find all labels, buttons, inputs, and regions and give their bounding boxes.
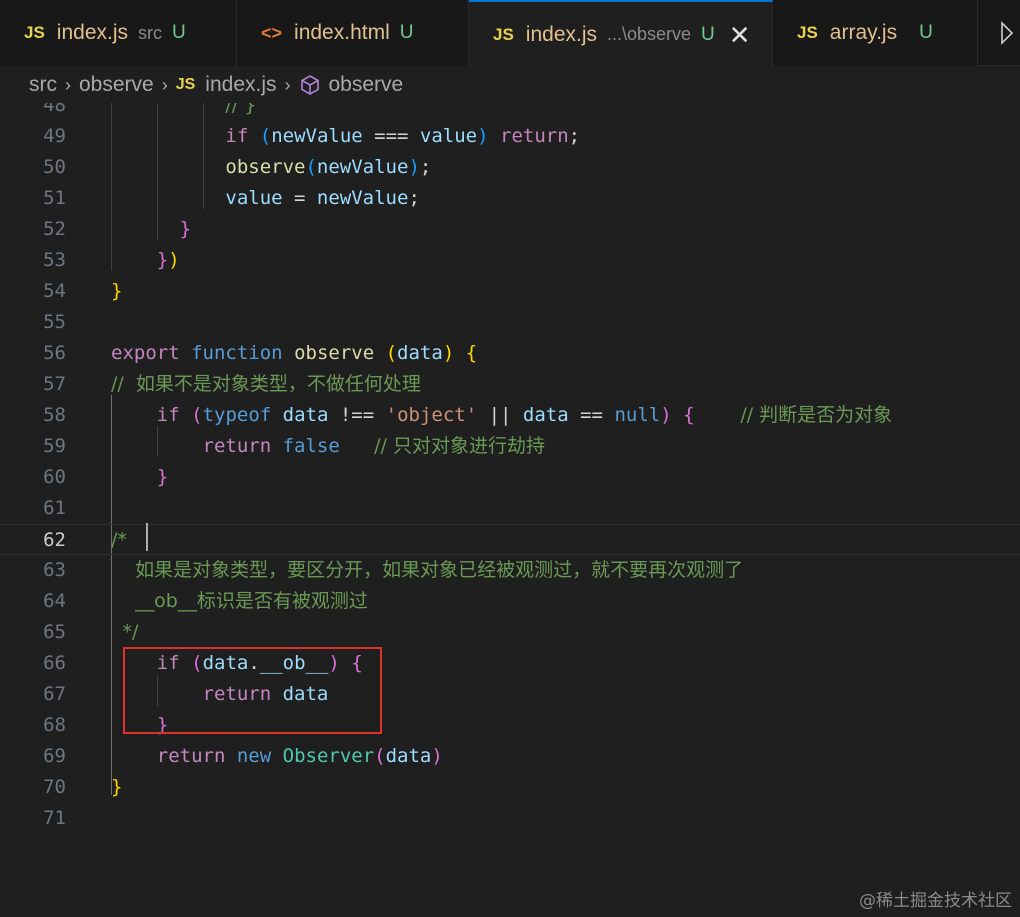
- line-number: 67: [43, 683, 66, 705]
- tab-label: index.html: [294, 21, 390, 44]
- symbol-function-icon: [299, 74, 321, 96]
- javascript-file-icon: JS: [797, 23, 818, 42]
- line-number: 63: [43, 559, 66, 581]
- breadcrumb-item-file[interactable]: index.js: [205, 73, 276, 97]
- line-number: 52: [43, 218, 66, 240]
- line-number: 64: [43, 590, 66, 612]
- code-line-65[interactable]: 65 */: [0, 617, 1020, 648]
- breadcrumb-item-symbol[interactable]: observe: [329, 73, 404, 97]
- code-text: }: [156, 466, 169, 488]
- code-line-50[interactable]: 50 observe(newValue);: [0, 152, 1020, 183]
- code-line-70[interactable]: 70}: [0, 772, 1020, 803]
- code-line-58[interactable]: 58 if (typeof data !== 'object' || data …: [0, 400, 1020, 431]
- code-text: __ob__标识是否有被观测过: [111, 590, 368, 612]
- code-text: observe(newValue);: [225, 156, 432, 178]
- line-number: 69: [43, 745, 66, 767]
- code-line-56[interactable]: 56 export function observe (data) {: [0, 338, 1020, 369]
- code-text: 如果是对象类型，要区分开，如果对象已经被观测过，就不要再次观测了: [111, 559, 744, 581]
- line-number: 49: [43, 125, 66, 147]
- untracked-badge: U: [701, 23, 715, 45]
- tab-label: index.js: [525, 22, 597, 46]
- code-line-51[interactable]: 51 value = newValue;: [0, 183, 1020, 214]
- line-number: 68: [43, 714, 66, 736]
- line-number: 48: [43, 103, 66, 116]
- annotation-highlight-box: [123, 647, 382, 734]
- code-text: if (typeof data !== 'object' || data == …: [156, 404, 893, 426]
- tab-description: src: [138, 22, 162, 43]
- chevron-right-icon: ›: [65, 74, 71, 95]
- line-number: 65: [43, 621, 66, 643]
- chevron-right-icon: ›: [161, 74, 168, 95]
- line-number: 53: [43, 249, 66, 271]
- code-line-63[interactable]: 63 如果是对象类型，要区分开，如果对象已经被观测过，就不要再次观测了: [0, 555, 1020, 586]
- untracked-badge: U: [399, 22, 414, 43]
- code-text: }: [111, 280, 123, 302]
- code-text: // 如果不是对象类型，不做任何处理: [111, 373, 421, 395]
- code-text: /*: [111, 529, 127, 551]
- tab-label: array.js: [829, 21, 898, 44]
- chevron-right-icon: ›: [284, 74, 291, 95]
- line-number: 51: [43, 187, 66, 209]
- javascript-file-icon: JS: [493, 24, 514, 44]
- code-line-48[interactable]: 48 // }: [0, 103, 1020, 121]
- javascript-file-icon: JS: [175, 76, 196, 93]
- breadcrumb-item-observe-folder[interactable]: observe: [79, 73, 154, 97]
- html-file-icon: <>: [261, 22, 283, 43]
- code-line-64[interactable]: 64 __ob__标识是否有被观测过: [0, 586, 1020, 617]
- code-text: }): [156, 249, 180, 271]
- code-line-60[interactable]: 60 }: [0, 462, 1020, 493]
- tab-overflow-icon[interactable]: [1000, 0, 1020, 66]
- tab-index-js-src[interactable]: JS index.js src U: [0, 0, 237, 66]
- code-line-49[interactable]: 49 if (newValue === value) return;: [0, 121, 1020, 152]
- line-number: 57: [43, 373, 66, 395]
- untracked-badge: U: [919, 22, 933, 43]
- line-number: 60: [43, 466, 66, 488]
- watermark: @稀土掘金技术社区: [859, 891, 1012, 911]
- code-text: */: [122, 621, 139, 643]
- code-editor[interactable]: 48 // } 49 if (newValue === value) return…: [0, 103, 1020, 917]
- line-number: 61: [43, 497, 66, 519]
- line-number: 50: [43, 156, 66, 178]
- close-icon[interactable]: ✕: [729, 22, 751, 48]
- tab-index-html[interactable]: <> index.html U: [237, 0, 469, 66]
- tab-index-js-observe[interactable]: JS index.js ...\observe U ✕: [469, 0, 773, 67]
- code-text: }: [179, 218, 192, 240]
- tab-array-js[interactable]: JS array.js U: [773, 0, 978, 66]
- code-line-55[interactable]: 55: [0, 307, 1020, 338]
- code-line-57[interactable]: 57 // 如果不是对象类型，不做任何处理: [0, 369, 1020, 400]
- code-line-52[interactable]: 52 }: [0, 214, 1020, 245]
- javascript-file-icon: JS: [24, 23, 45, 42]
- code-line-71[interactable]: 71: [0, 803, 1020, 834]
- code-line-53[interactable]: 53 }): [0, 245, 1020, 276]
- code-line-62[interactable]: 62 /*: [0, 524, 1020, 555]
- tab-description: ...\observe: [607, 24, 692, 44]
- text-cursor: [146, 523, 148, 551]
- breadcrumb-item-src[interactable]: src: [29, 73, 57, 97]
- line-number: 62: [43, 529, 66, 551]
- code-line-59[interactable]: 59 return false // 只对对象进行劫持: [0, 431, 1020, 462]
- code-line-69[interactable]: 69 return new Observer(data): [0, 741, 1020, 772]
- line-number: 70: [43, 776, 66, 798]
- line-number: 71: [43, 807, 66, 829]
- code-text: }: [111, 776, 123, 798]
- code-text: return new Observer(data): [156, 745, 443, 767]
- code-line-54[interactable]: 54}: [0, 276, 1020, 307]
- line-number: 58: [43, 404, 66, 426]
- code-text: export function observe (data) {: [111, 342, 478, 364]
- line-number: 59: [43, 435, 66, 457]
- code-text: // }: [225, 103, 257, 116]
- tab-bar: JS index.js src U <> index.html U JS ind…: [0, 0, 1020, 67]
- code-text: value = newValue;: [225, 187, 420, 209]
- tab-label: index.js: [56, 21, 128, 44]
- code-text: return false // 只对对象进行劫持: [202, 435, 545, 457]
- line-number: 56: [43, 342, 66, 364]
- breadcrumb: src › observe › JS index.js › observe: [0, 67, 1020, 103]
- line-number: 66: [43, 652, 66, 674]
- vscode-window: JS index.js src U <> index.html U JS ind…: [0, 0, 1020, 917]
- untracked-badge: U: [172, 22, 186, 43]
- line-number: 54: [43, 280, 66, 302]
- code-line-61[interactable]: 61: [0, 493, 1020, 524]
- code-text: if (newValue === value) return;: [225, 125, 581, 147]
- line-number: 55: [43, 311, 66, 333]
